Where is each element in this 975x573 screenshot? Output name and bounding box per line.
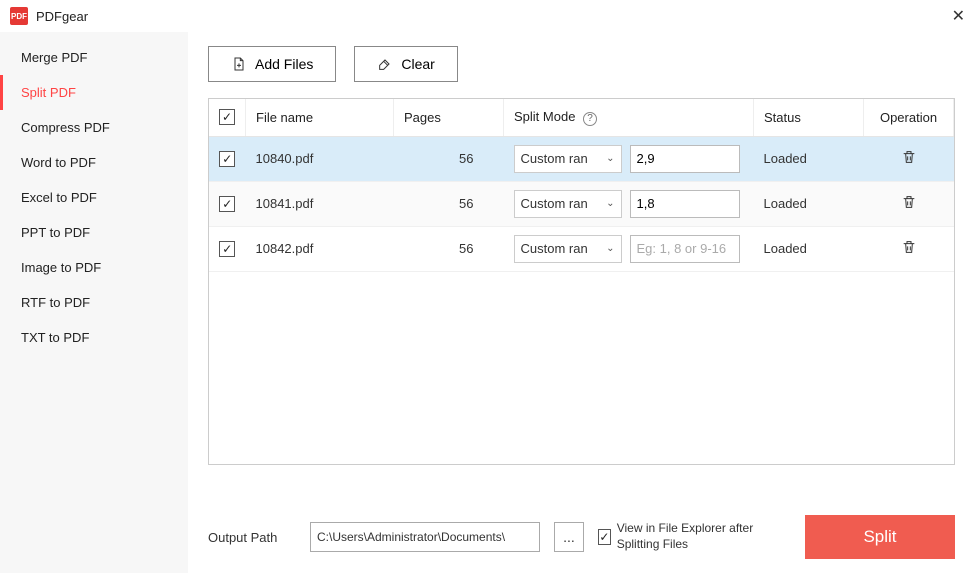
view-in-explorer-label: View in File Explorer after Splitting Fi… (617, 521, 778, 552)
split-mode-dropdown[interactable]: Custom ran ⌄ (514, 190, 622, 218)
header-filename[interactable]: File name (246, 99, 394, 136)
app-title: PDFgear (36, 9, 935, 24)
cell-filename: 10842.pdf (246, 226, 394, 271)
add-files-button[interactable]: Add Files (208, 46, 336, 82)
table-row[interactable]: 10840.pdf56 Custom ran ⌄ Loaded (209, 136, 954, 181)
app-logo-icon: PDF (10, 7, 28, 25)
close-button[interactable]: ✕ (935, 6, 965, 26)
header-operation[interactable]: Operation (864, 99, 954, 136)
sidebar-item-rtf-to-pdf[interactable]: RTF to PDF (0, 285, 188, 320)
row-checkbox[interactable] (219, 241, 235, 257)
chevron-down-icon: ⌄ (606, 153, 614, 164)
delete-row-button[interactable] (901, 239, 917, 255)
sidebar-item-image-to-pdf[interactable]: Image to PDF (0, 250, 188, 285)
select-all-checkbox[interactable] (219, 109, 235, 125)
sidebar-item-ppt-to-pdf[interactable]: PPT to PDF (0, 215, 188, 250)
main-panel: Add Files Clear File name Pages Split Mo… (188, 32, 975, 573)
cell-filename: 10840.pdf (246, 136, 394, 181)
file-table: File name Pages Split Mode ? Status Oper… (208, 98, 955, 465)
chevron-down-icon: ⌄ (606, 243, 614, 254)
sidebar-item-txt-to-pdf[interactable]: TXT to PDF (0, 320, 188, 355)
view-in-explorer-checkbox[interactable] (598, 529, 611, 545)
split-mode-dropdown[interactable]: Custom ran ⌄ (514, 145, 622, 173)
chevron-down-icon: ⌄ (606, 198, 614, 209)
toolbar: Add Files Clear (208, 46, 955, 82)
split-mode-value: Custom ran (521, 196, 588, 211)
sidebar-item-excel-to-pdf[interactable]: Excel to PDF (0, 180, 188, 215)
add-file-icon (231, 56, 247, 72)
sidebar-item-merge-pdf[interactable]: Merge PDF (0, 40, 188, 75)
cell-pages: 56 (394, 136, 504, 181)
sidebar-item-word-to-pdf[interactable]: Word to PDF (0, 145, 188, 180)
split-mode-value: Custom ran (521, 151, 588, 166)
header-pages[interactable]: Pages (394, 99, 504, 136)
split-button[interactable]: Split (805, 515, 955, 559)
sidebar-item-split-pdf[interactable]: Split PDF (0, 75, 188, 110)
split-mode-dropdown[interactable]: Custom ran ⌄ (514, 235, 622, 263)
delete-row-button[interactable] (901, 149, 917, 165)
sidebar-item-compress-pdf[interactable]: Compress PDF (0, 110, 188, 145)
range-input[interactable] (630, 235, 740, 263)
cell-pages: 56 (394, 181, 504, 226)
cell-filename: 10841.pdf (246, 181, 394, 226)
range-input[interactable] (630, 145, 740, 173)
delete-row-button[interactable] (901, 194, 917, 210)
clear-label: Clear (401, 56, 434, 72)
row-checkbox[interactable] (219, 196, 235, 212)
help-icon[interactable]: ? (583, 112, 597, 126)
footer: Output Path C:\Users\Administrator\Docum… (208, 495, 955, 573)
output-path-input[interactable]: C:\Users\Administrator\Documents\ (310, 522, 540, 552)
cell-pages: 56 (394, 226, 504, 271)
header-splitmode-label: Split Mode (514, 109, 575, 124)
header-check[interactable] (209, 99, 246, 136)
add-files-label: Add Files (255, 56, 313, 72)
cell-status: Loaded (754, 181, 864, 226)
cell-status: Loaded (754, 136, 864, 181)
table-row[interactable]: 10842.pdf56 Custom ran ⌄ Loaded (209, 226, 954, 271)
split-mode-value: Custom ran (521, 241, 588, 256)
titlebar: PDF PDFgear ✕ (0, 0, 975, 32)
clear-icon (377, 56, 393, 72)
row-checkbox[interactable] (219, 151, 235, 167)
table-row[interactable]: 10841.pdf56 Custom ran ⌄ Loaded (209, 181, 954, 226)
browse-button[interactable]: ... (554, 522, 584, 552)
output-path-label: Output Path (208, 530, 296, 545)
sidebar: Merge PDFSplit PDFCompress PDFWord to PD… (0, 32, 188, 573)
cell-status: Loaded (754, 226, 864, 271)
header-status[interactable]: Status (754, 99, 864, 136)
clear-button[interactable]: Clear (354, 46, 457, 82)
header-splitmode[interactable]: Split Mode ? (504, 99, 754, 136)
range-input[interactable] (630, 190, 740, 218)
